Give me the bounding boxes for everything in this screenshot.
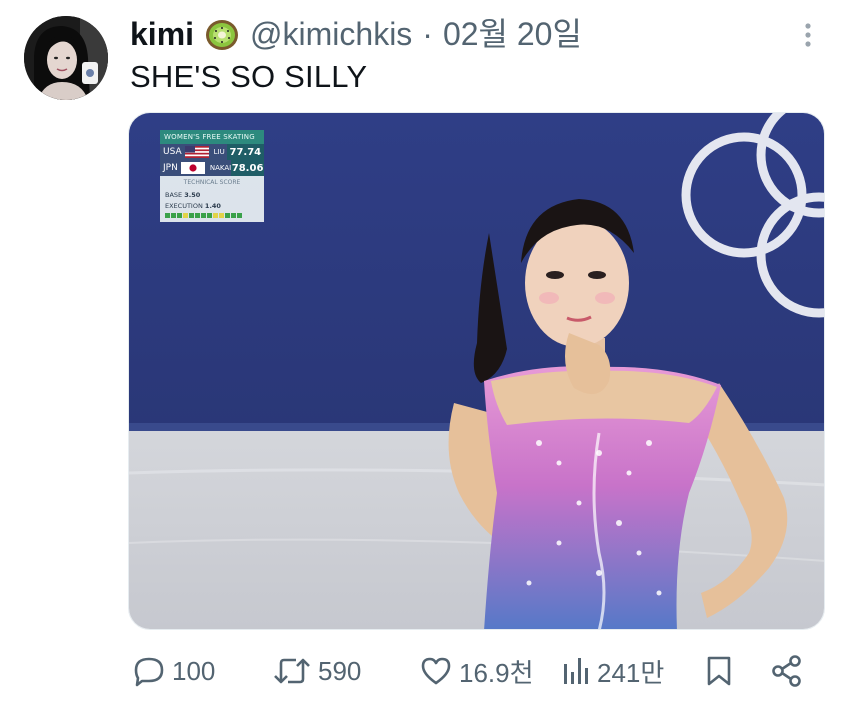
base-value: 3.50	[184, 191, 201, 199]
view-count: 241만	[597, 657, 665, 688]
like-count: 16.9천	[459, 657, 534, 688]
bar-chart-icon	[564, 658, 588, 684]
retweet-count: 590	[318, 655, 362, 686]
technical-score-box: TECHNICAL SCORE BASE 3.50 EXECUTION 1.40	[160, 176, 264, 222]
more-options-button[interactable]	[795, 18, 821, 52]
share-button[interactable]	[770, 648, 804, 694]
score-overlay: WOMEN'S FREE SKATING USA LIU 77.74 JPN N…	[160, 130, 264, 222]
base-label: BASE	[165, 191, 183, 199]
tweet-media[interactable]: WOMEN'S FREE SKATING USA LIU 77.74 JPN N…	[128, 112, 825, 630]
skater-score: 78.06	[231, 160, 264, 176]
skater-name: LIU	[213, 148, 225, 156]
more-vertical-icon	[805, 23, 811, 47]
score-row: USA LIU 77.74	[160, 144, 264, 160]
tweet: kimi @kimichkis · 02월 20일 SHE'S SO SILLY…	[0, 0, 850, 702]
retweet-button[interactable]: 590	[272, 648, 361, 694]
score-row: JPN NAKAI 78.06	[160, 160, 264, 176]
bookmark-button[interactable]	[704, 648, 734, 694]
retweet-icon	[274, 658, 310, 684]
country-code: USA	[163, 147, 182, 157]
header-separator: ·	[422, 16, 433, 52]
tweet-actions: 100 590 16.9천 241만	[0, 648, 850, 694]
tweet-text: SHE'S SO SILLY	[130, 59, 368, 94]
execution-label: EXECUTION	[165, 202, 203, 210]
country-code: JPN	[163, 163, 178, 173]
score-overlay-title: WOMEN'S FREE SKATING	[160, 130, 264, 144]
avatar[interactable]	[24, 16, 108, 100]
technical-score-title: TECHNICAL SCORE	[183, 179, 241, 186]
tweet-header: kimi @kimichkis · 02월 20일	[130, 12, 582, 56]
tweet-date[interactable]: 02월 20일	[443, 12, 582, 56]
skater-score: 77.74	[226, 144, 264, 160]
heart-icon	[421, 657, 451, 685]
views-button[interactable]: 241만	[561, 648, 664, 694]
bookmark-icon	[707, 656, 731, 686]
japan-flag-icon	[180, 162, 205, 174]
share-icon	[772, 655, 801, 687]
goe-bar	[165, 213, 259, 218]
like-button[interactable]: 16.9천	[419, 648, 534, 694]
reply-button[interactable]: 100	[132, 648, 215, 694]
skater-name: NAKAI	[209, 164, 232, 172]
usa-flag-icon	[184, 146, 209, 158]
execution-value: 1.40	[204, 202, 221, 210]
kiwi-icon	[204, 17, 240, 53]
user-handle[interactable]: @kimichkis	[250, 12, 412, 56]
reply-icon	[134, 657, 164, 687]
reply-count: 100	[172, 655, 216, 686]
display-name[interactable]: kimi	[130, 12, 194, 56]
